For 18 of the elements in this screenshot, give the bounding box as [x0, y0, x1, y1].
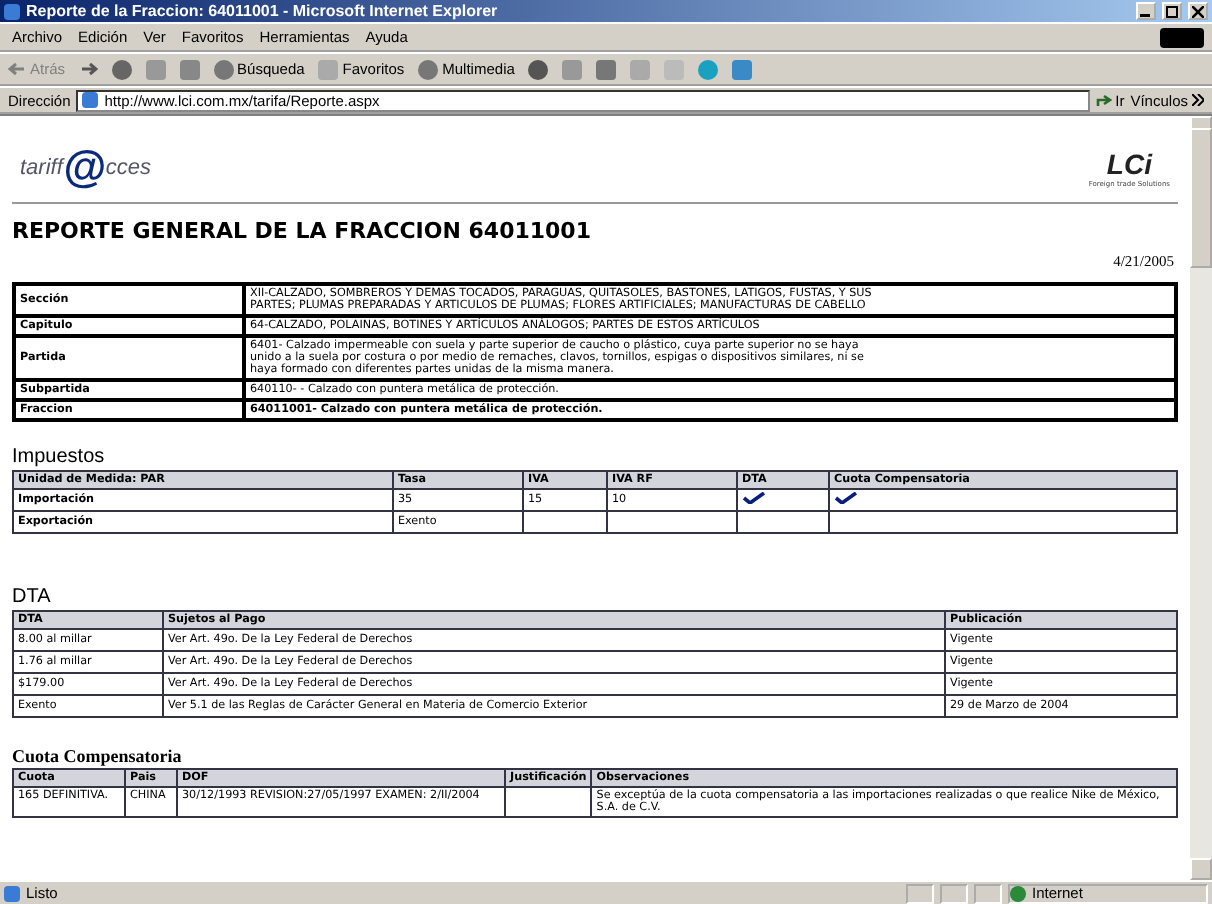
- section-heading: DTA: [12, 586, 53, 608]
- chevron-icon: [1192, 94, 1204, 106]
- minimize-button[interactable]: [1136, 2, 1156, 20]
- section-heading: Impuestos: [12, 446, 107, 468]
- forward-button[interactable]: [79, 62, 98, 76]
- go-arrow-icon: [1095, 93, 1112, 107]
- maximize-icon: [1166, 5, 1178, 17]
- table-cell: [523, 511, 607, 533]
- back-arrow-icon: [8, 62, 26, 76]
- window-title: Reporte de la Fraccion: 64011001 - Microsoft Internet Explorer: [26, 2, 500, 20]
- scrollbar[interactable]: [1190, 116, 1212, 880]
- close-icon: [1192, 5, 1204, 17]
- section-heading: Cuota Compensatoria: [12, 746, 184, 766]
- table-cell: [505, 787, 592, 817]
- close-button[interactable]: [1188, 2, 1208, 20]
- maximize-button[interactable]: [1162, 2, 1182, 20]
- forward-arrow-icon: [79, 62, 98, 76]
- report-title: REPORTE GENERAL DE LA FRACCION 64011001: [12, 218, 593, 244]
